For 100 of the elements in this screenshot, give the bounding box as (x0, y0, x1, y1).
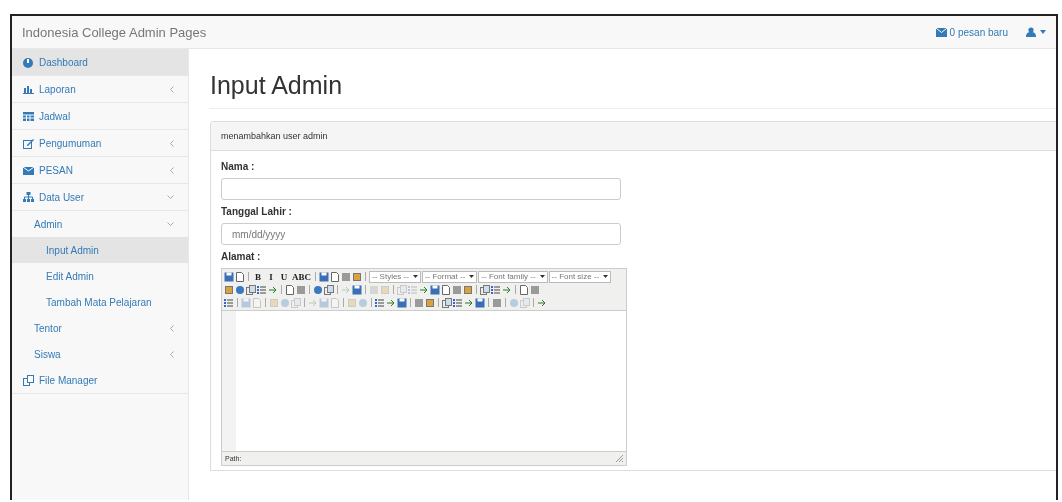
sidebar-item[interactable]: Dashboard (12, 49, 188, 76)
arrow-icon (537, 297, 547, 308)
caret-down-icon (1040, 30, 1046, 34)
page-icon (519, 284, 529, 295)
list-icon (375, 297, 385, 308)
toolbar-button[interactable] (475, 297, 485, 308)
toolbar-button[interactable] (537, 297, 547, 308)
circle-icon (235, 284, 245, 295)
floppy-icon (397, 297, 407, 308)
field-label: Alamat : (221, 251, 262, 262)
pages-icon (520, 297, 530, 308)
messages-link[interactable]: 0 pesan baru (935, 26, 1008, 38)
date-field[interactable]: mm/dd/yyyy (221, 223, 621, 245)
envelope-icon (935, 27, 947, 37)
toolbar-button[interactable] (453, 297, 463, 308)
list-icon (224, 297, 234, 308)
toolbar-button[interactable] (375, 297, 385, 308)
sidebar-item[interactable]: Input Admin (12, 237, 188, 263)
toolbar-button[interactable] (419, 284, 429, 295)
sidebar-item[interactable]: Siswa (12, 341, 188, 367)
toolbar-button[interactable] (502, 284, 512, 295)
toolbar-button[interactable] (324, 284, 334, 295)
toolbar-button[interactable] (246, 284, 256, 295)
caret-down-icon (603, 275, 609, 278)
toolbar-button[interactable] (257, 284, 267, 295)
toolbar-button[interactable] (480, 284, 490, 295)
floppy-icon (241, 297, 251, 308)
sidebar-item[interactable]: Admin (12, 211, 188, 237)
format-button[interactable]: U (278, 271, 290, 282)
toolbar-button[interactable] (313, 284, 323, 295)
toolbar-button[interactable] (224, 284, 234, 295)
edit-icon (22, 136, 35, 150)
user-menu-button[interactable] (1026, 27, 1046, 37)
toolbar-button[interactable] (235, 271, 245, 282)
toolbar-button[interactable] (519, 284, 529, 295)
list-icon (491, 284, 501, 295)
page-icon (235, 271, 245, 282)
sidebar-item[interactable]: Tentor (12, 315, 188, 341)
input-field[interactable] (221, 178, 621, 200)
toolbar-button[interactable] (268, 284, 278, 295)
toolbar-button[interactable] (319, 271, 329, 282)
toolbar-button[interactable] (491, 284, 501, 295)
sidebar-item[interactable]: Data User (12, 184, 188, 211)
sidebar-item[interactable]: Jadwal (12, 103, 188, 130)
arrow-icon (341, 284, 351, 295)
sidebar-item[interactable]: Pengumuman (12, 130, 188, 157)
dropdown[interactable]: -- Styles -- (369, 270, 421, 283)
circle-icon (313, 284, 323, 295)
field-label: Nama : (221, 161, 256, 172)
sidebar-item[interactable]: Tambah Mata Pelajaran (12, 289, 188, 315)
toolbar-button[interactable] (397, 297, 407, 308)
toolbar-button[interactable] (386, 297, 396, 308)
list-icon (257, 284, 267, 295)
list-icon (453, 297, 463, 308)
square-icon (463, 284, 473, 295)
resize-grip-icon (616, 455, 623, 462)
circle-icon (280, 297, 290, 308)
toolbar-button[interactable] (224, 271, 234, 282)
format-button[interactable]: I (265, 271, 277, 282)
arrow-icon (308, 297, 318, 308)
page-icon (252, 297, 262, 308)
sidebar-item[interactable]: Edit Admin (12, 263, 188, 289)
page-icon (330, 297, 340, 308)
floppy-icon (319, 271, 329, 282)
toolbar-button[interactable] (352, 271, 362, 282)
pages-icon (442, 297, 452, 308)
toolbar-button[interactable] (464, 297, 474, 308)
field-label: Tanggal Lahir : (221, 206, 293, 217)
files-icon (22, 373, 35, 387)
arrow-icon (502, 284, 512, 295)
dropdown[interactable]: -- Font size -- (548, 270, 612, 283)
caret-down-icon (412, 275, 418, 278)
toolbar-button[interactable] (442, 297, 452, 308)
toolbar-button[interactable] (430, 284, 440, 295)
format-button[interactable]: ABC (291, 271, 312, 282)
square-icon (224, 284, 234, 295)
toolbar-button[interactable] (330, 271, 340, 282)
panel-heading: menambahkan user admin (211, 122, 1056, 151)
toolbar-button[interactable] (352, 284, 362, 295)
pages-icon (397, 284, 407, 295)
toolbar-button[interactable] (463, 284, 473, 295)
sidebar-item[interactable]: Laporan (12, 76, 188, 103)
toolbar-button[interactable] (235, 284, 245, 295)
toolbar-button[interactable] (425, 297, 435, 308)
sitemap-icon (22, 190, 35, 204)
square-icon (380, 284, 390, 295)
floppy-icon (475, 297, 485, 308)
sidebar-item[interactable]: File Manager (12, 367, 188, 394)
toolbar-button[interactable] (285, 284, 295, 295)
square-icon (352, 271, 362, 282)
floppy-icon (430, 284, 440, 295)
toolbar-button[interactable] (224, 297, 234, 308)
sidebar-item[interactable]: PESAN (12, 157, 188, 184)
floppy-icon (319, 297, 329, 308)
square-icon (347, 297, 357, 308)
pages-icon (291, 297, 301, 308)
format-button[interactable]: B (252, 271, 264, 282)
brand-title[interactable]: Indonesia College Admin Pages (22, 24, 207, 40)
toolbar-button[interactable] (441, 284, 451, 295)
floppy-icon (352, 284, 362, 295)
